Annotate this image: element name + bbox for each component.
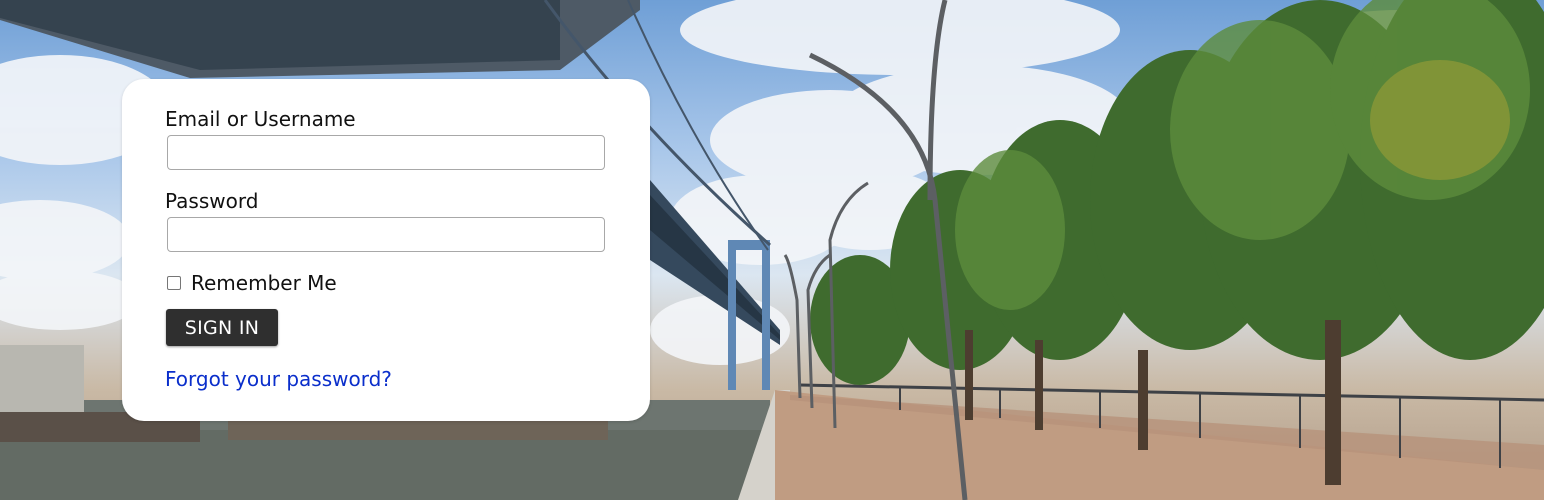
remember-me-label[interactable]: Remember Me	[191, 273, 337, 293]
password-input[interactable]	[167, 217, 605, 252]
email-label: Email or Username	[165, 107, 356, 131]
remember-me-checkbox[interactable]	[167, 276, 181, 290]
forgot-password-link[interactable]: Forgot your password?	[165, 367, 392, 391]
login-card: Email or Username Password Remember Me S…	[122, 79, 650, 421]
email-input[interactable]	[167, 135, 605, 170]
password-label: Password	[165, 189, 259, 213]
remember-me-row: Remember Me	[167, 273, 337, 293]
sign-in-button[interactable]: SIGN IN	[166, 309, 278, 346]
